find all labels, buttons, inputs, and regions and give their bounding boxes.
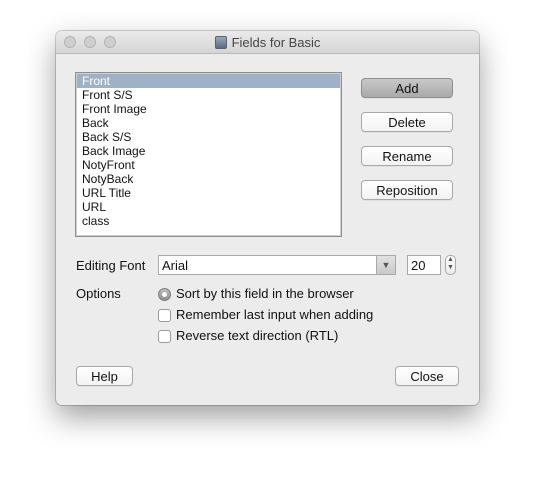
list-item[interactable]: Back Image bbox=[77, 144, 340, 158]
list-item[interactable]: NotyBack bbox=[77, 172, 340, 186]
help-button[interactable]: Help bbox=[76, 366, 133, 386]
rtl-label[interactable]: Reverse text direction (RTL) bbox=[176, 328, 338, 343]
chevron-down-icon[interactable]: ▼ bbox=[376, 256, 395, 274]
list-item[interactable]: Front bbox=[77, 74, 340, 88]
font-select[interactable]: Arial ▼ bbox=[158, 255, 396, 275]
font-size-field[interactable]: 20 bbox=[407, 255, 441, 275]
list-item[interactable]: Back S/S bbox=[77, 130, 340, 144]
chevron-down-icon[interactable]: ▼ bbox=[446, 264, 455, 272]
remember-last-input-label[interactable]: Remember last input when adding bbox=[176, 307, 373, 322]
font-select-value: Arial bbox=[162, 258, 189, 273]
list-item[interactable]: Back bbox=[77, 116, 340, 130]
fields-list[interactable]: Front Front S/S Front Image Back Back S/… bbox=[75, 72, 342, 237]
remember-last-input-checkbox[interactable] bbox=[158, 309, 171, 322]
rtl-checkbox[interactable] bbox=[158, 330, 171, 343]
close-button[interactable]: Close bbox=[395, 366, 459, 386]
add-button[interactable]: Add bbox=[361, 78, 453, 98]
list-item[interactable]: NotyFront bbox=[77, 158, 340, 172]
rename-button[interactable]: Rename bbox=[361, 146, 453, 166]
font-size-value: 20 bbox=[411, 258, 426, 273]
font-size-stepper[interactable]: ▲ ▼ bbox=[445, 255, 456, 275]
sort-by-field-label[interactable]: Sort by this field in the browser bbox=[176, 286, 354, 301]
list-item[interactable]: URL Title bbox=[77, 186, 340, 200]
editing-font-label: Editing Font bbox=[76, 258, 146, 273]
list-item[interactable]: URL bbox=[77, 200, 340, 214]
chevron-up-icon[interactable]: ▲ bbox=[446, 256, 455, 264]
sort-by-field-radio[interactable] bbox=[158, 288, 171, 301]
list-item[interactable]: class bbox=[77, 214, 340, 228]
list-item[interactable]: Front S/S bbox=[77, 88, 340, 102]
fields-dialog: Fields for Basic Front Front S/S Front I… bbox=[56, 31, 479, 405]
list-item[interactable]: Front Image bbox=[77, 102, 340, 116]
anki-icon bbox=[214, 35, 227, 49]
reposition-button[interactable]: Reposition bbox=[361, 180, 453, 200]
delete-button[interactable]: Delete bbox=[361, 112, 453, 132]
title-bar[interactable]: Fields for Basic bbox=[56, 31, 479, 54]
options-label: Options bbox=[76, 286, 121, 301]
window-title: Fields for Basic bbox=[231, 34, 321, 50]
window-title-wrap: Fields for Basic bbox=[56, 31, 479, 53]
